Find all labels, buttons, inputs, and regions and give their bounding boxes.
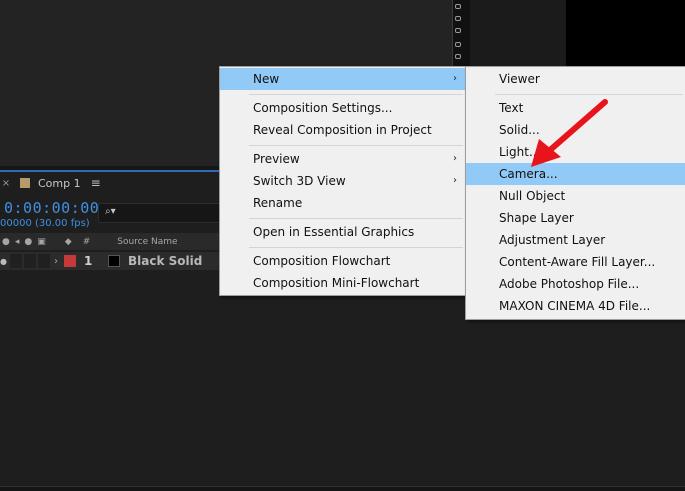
menu-item-reveal-composition[interactable]: Reveal Composition in Project (220, 119, 465, 141)
visibility-eye-icon[interactable]: ● (0, 257, 10, 266)
menu-item-label: Composition Flowchart (253, 254, 391, 268)
tab-label[interactable]: Comp 1 (38, 177, 81, 190)
layer-number: 1 (84, 254, 93, 268)
tab-comp-1[interactable]: × Comp 1 ≡ (0, 172, 101, 194)
solo-toggle[interactable] (24, 254, 36, 268)
audio-icon[interactable]: ◂ (15, 237, 20, 247)
layer-search-input[interactable]: ⌕▾ (98, 203, 223, 223)
menu-item-composition-settings[interactable]: Composition Settings... (220, 97, 465, 119)
menu-item-adobe-photoshop-file[interactable]: Adobe Photoshop File... (466, 273, 685, 295)
source-name-header[interactable]: Source Name (117, 237, 177, 247)
hash-header: # (82, 236, 91, 247)
layer-name[interactable]: Black Solid (128, 254, 202, 268)
menu-item-composition-mini-flowchart[interactable]: Composition Mini-Flowchart (220, 272, 465, 294)
close-icon[interactable]: × (0, 178, 12, 189)
context-menu: New › Composition Settings... Reveal Com… (219, 66, 466, 296)
menu-item-label: Viewer (499, 72, 540, 86)
menu-item-label: Composition Settings... (253, 101, 393, 115)
menu-item-viewer[interactable]: Viewer (466, 68, 685, 90)
ruler-mark (455, 42, 461, 47)
menu-separator (249, 218, 463, 219)
frame-rate-display: 00000 (30.00 fps) (0, 218, 90, 229)
panel-menu-icon[interactable]: ≡ (91, 176, 101, 190)
menu-item-label: Switch 3D View (253, 174, 346, 188)
menu-item-preview[interactable]: Preview › (220, 148, 465, 170)
expand-chevron-icon[interactable]: › (54, 256, 58, 267)
menu-item-label: Text (499, 101, 524, 115)
status-bar (0, 486, 685, 491)
menu-item-label: Adobe Photoshop File... (499, 277, 640, 291)
viewer-panel (470, 0, 566, 66)
menu-item-shape-layer[interactable]: Shape Layer (466, 207, 685, 229)
menu-item-maxon-cinema-4d-file[interactable]: MAXON CINEMA 4D File... (466, 295, 685, 317)
menu-item-open-essential-graphics[interactable]: Open in Essential Graphics (220, 221, 465, 243)
layer-row[interactable]: ● › 1 Black Solid (0, 252, 220, 270)
menu-separator (249, 247, 463, 248)
menu-item-switch-3d-view[interactable]: Switch 3D View › (220, 170, 465, 192)
menu-item-null-object[interactable]: Null Object (466, 185, 685, 207)
search-icon: ⌕▾ (105, 206, 116, 217)
menu-item-new[interactable]: New › (220, 68, 465, 90)
menu-separator (249, 94, 463, 95)
composition-canvas (566, 0, 685, 66)
composition-color-swatch (20, 178, 30, 188)
layer-label-color[interactable] (64, 255, 76, 267)
menu-item-label: Composition Mini-Flowchart (253, 276, 420, 290)
ruler-mark (455, 16, 461, 21)
audio-toggle[interactable] (10, 254, 22, 268)
submenu-arrow-icon: › (453, 153, 457, 164)
menu-item-label: Rename (253, 196, 303, 210)
ruler-mark (455, 28, 461, 33)
menu-item-label: Reveal Composition in Project (253, 123, 432, 137)
layer-column-header: ● ◂ ● ▣ ◆ # Source Name (0, 233, 220, 250)
menu-item-label: Open in Essential Graphics (253, 225, 415, 239)
menu-item-label: Preview (253, 152, 300, 166)
menu-item-adjustment-layer[interactable]: Adjustment Layer (466, 229, 685, 251)
menu-item-content-aware-fill-layer[interactable]: Content-Aware Fill Layer... (466, 251, 685, 273)
menu-item-rename[interactable]: Rename (220, 192, 465, 214)
menu-item-composition-flowchart[interactable]: Composition Flowchart (220, 250, 465, 272)
layer-thumbnail (108, 255, 120, 267)
ruler-mark (455, 54, 461, 59)
ruler-mark (455, 4, 461, 9)
menu-item-label: Shape Layer (499, 211, 574, 225)
lock-icon[interactable]: ▣ (37, 237, 46, 247)
menu-item-label: New (253, 72, 280, 86)
current-time-display[interactable]: 0:00:00:00 (4, 199, 99, 217)
menu-item-label: Adjustment Layer (499, 233, 606, 247)
submenu-arrow-icon: › (453, 175, 457, 186)
menu-item-label: Null Object (499, 189, 566, 203)
lock-toggle[interactable] (38, 254, 50, 268)
menu-separator (249, 145, 463, 146)
label-tag-icon[interactable]: ◆ (65, 237, 72, 247)
annotation-arrow-icon (531, 99, 608, 167)
eye-icon[interactable]: ● (2, 237, 10, 247)
submenu-arrow-icon: › (453, 73, 457, 84)
menu-item-label: MAXON CINEMA 4D File... (499, 299, 651, 313)
solo-icon[interactable]: ● (24, 237, 32, 247)
menu-item-label: Content-Aware Fill Layer... (499, 255, 656, 269)
